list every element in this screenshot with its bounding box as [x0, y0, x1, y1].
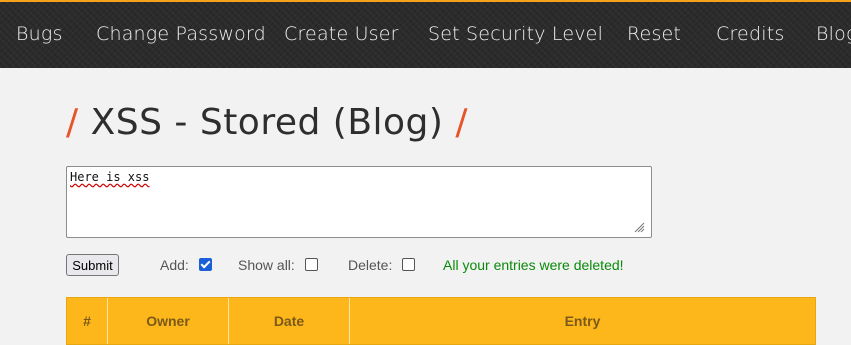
- add-label: Add:: [160, 257, 189, 273]
- menu-item-blog[interactable]: Blog: [816, 22, 851, 46]
- page-title: / XSS - Stored (Blog) /: [66, 98, 468, 150]
- status-message: All your entries were deleted!: [443, 257, 624, 273]
- menu-item-create-user[interactable]: Create User: [284, 22, 399, 46]
- page-title-text: XSS - Stored (Blog): [90, 102, 444, 143]
- delete-checkbox[interactable]: [402, 258, 415, 271]
- show-all-checkbox[interactable]: [305, 258, 318, 271]
- title-slash-left: /: [66, 102, 79, 143]
- title-slash-right: /: [455, 102, 469, 143]
- show-all-label: Show all:: [238, 257, 295, 273]
- blog-entry-text: Here is xss: [70, 170, 150, 184]
- blog-table-header: # Owner Date Entry: [66, 297, 816, 345]
- column-header-date: Date: [229, 298, 350, 344]
- column-header-owner: Owner: [108, 298, 229, 344]
- menu-item-change-password[interactable]: Change Password: [96, 22, 266, 46]
- column-header-entry: Entry: [564, 313, 601, 329]
- menu-item-reset[interactable]: Reset: [627, 22, 681, 46]
- add-checkbox[interactable]: [199, 258, 212, 271]
- menu-item-bugs[interactable]: Bugs: [16, 22, 63, 46]
- delete-label: Delete:: [348, 257, 393, 273]
- menu-item-credits[interactable]: Credits: [716, 22, 784, 46]
- resize-grip-icon[interactable]: [633, 221, 645, 233]
- submit-button[interactable]: Submit: [66, 254, 119, 276]
- column-header-number: #: [67, 298, 108, 344]
- blog-entry-textarea[interactable]: Here is xss: [66, 166, 652, 238]
- top-menu-bar: Bugs Change Password Create User Set Sec…: [0, 2, 851, 68]
- menu-item-set-security-level[interactable]: Set Security Level: [428, 22, 603, 46]
